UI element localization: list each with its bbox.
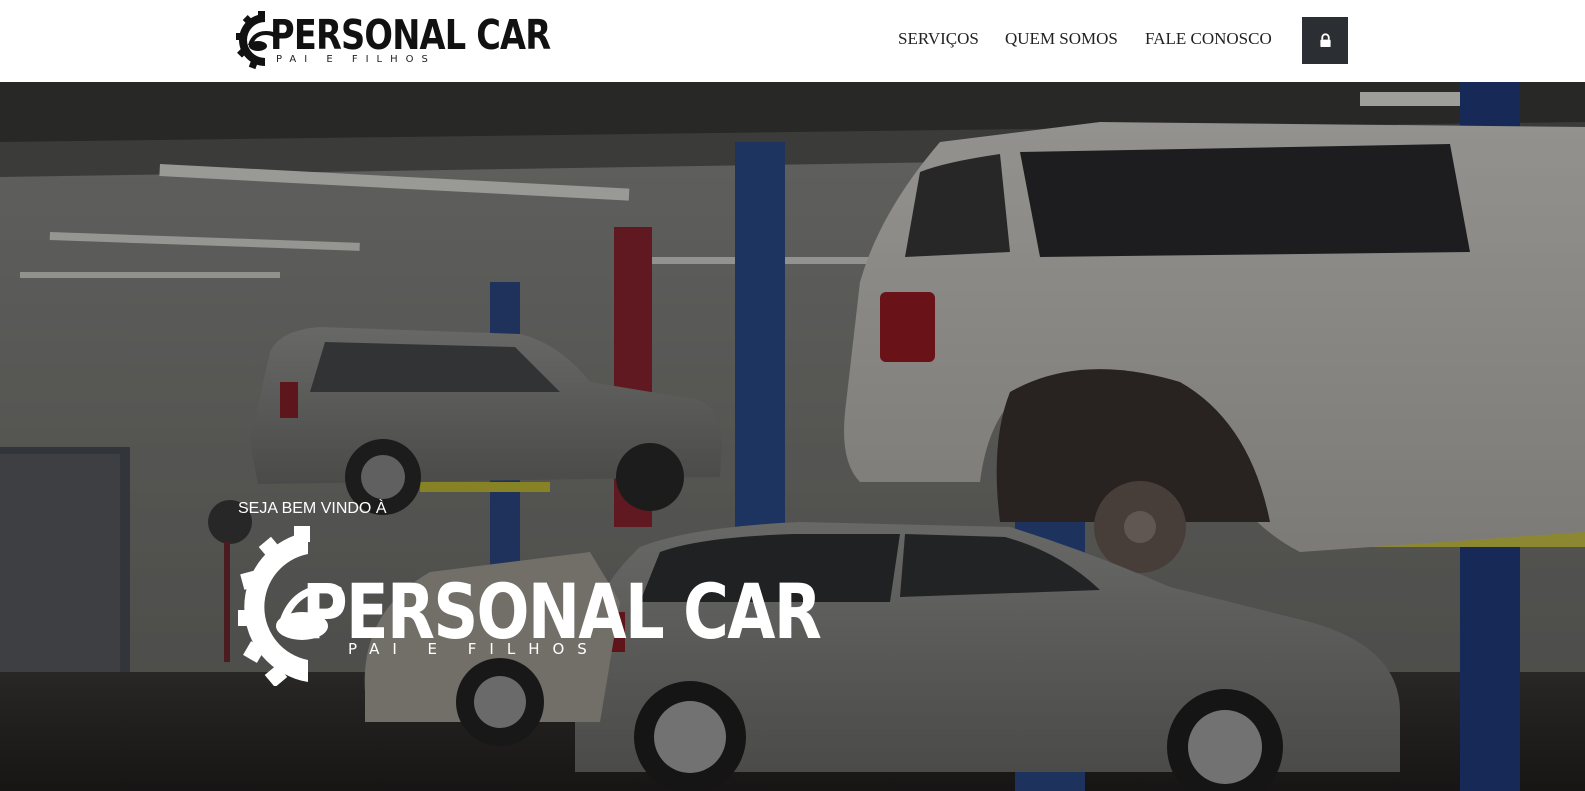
logo-wordmark: PERSONAL CAR (270, 11, 551, 59)
hero-logo: PERSONAL CAR PAI E FILHOS (238, 526, 822, 691)
hero-section: SEJA BEM VINDO À PERSONAL CAR PAI E FILH… (0, 82, 1585, 791)
nav-servicos[interactable]: SERVIÇOS (898, 29, 979, 49)
nav-quem-somos[interactable]: QUEM SOMOS (1005, 29, 1118, 49)
hero-welcome-text: SEJA BEM VINDO À (238, 500, 387, 517)
login-button[interactable] (1302, 17, 1348, 64)
site-logo[interactable]: PERSONAL CAR PAI E FILHOS (236, 11, 551, 69)
lock-icon (1319, 33, 1331, 47)
logo-tagline: PAI E FILHOS (276, 54, 436, 65)
site-header: PERSONAL CAR PAI E FILHOS SERVIÇOS QUEM … (0, 0, 1585, 82)
hero-logo-tagline: PAI E FILHOS (348, 640, 600, 658)
nav-fale-conosco[interactable]: FALE CONOSCO (1145, 29, 1272, 49)
